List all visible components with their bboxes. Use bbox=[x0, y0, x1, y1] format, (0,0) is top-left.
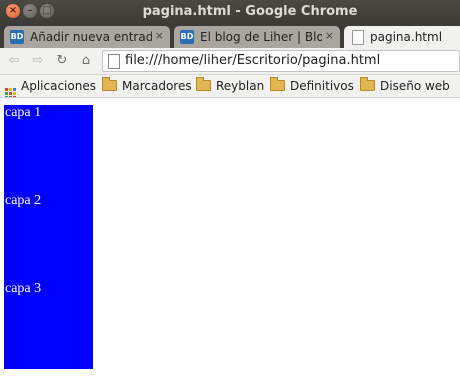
window-titlebar: × – □ pagina.html - Google Chrome bbox=[0, 0, 460, 24]
tab-strip: BD Añadir nueva entrada × BD El blog de … bbox=[0, 24, 460, 48]
reload-icon[interactable]: ↻ bbox=[54, 53, 70, 69]
layer-label: capa 1 bbox=[5, 105, 42, 120]
bookmark-label: Definitivos bbox=[290, 79, 354, 93]
page-content: capa 1 capa 2 capa 3 bbox=[0, 98, 460, 382]
tab-label: pagina.html bbox=[370, 30, 443, 44]
bookmark-diseno-web[interactable]: Diseño web bbox=[360, 77, 450, 94]
bookmark-definitivos[interactable]: Definitivos bbox=[270, 77, 354, 94]
tab-label: El blog de Liher | Blog bbox=[200, 30, 322, 44]
layer-1: capa 1 bbox=[4, 105, 93, 193]
tab-close-icon[interactable]: × bbox=[325, 29, 334, 42]
home-icon[interactable]: ⌂ bbox=[78, 53, 94, 69]
window-title: pagina.html - Google Chrome bbox=[142, 4, 358, 19]
forward-arrow-icon[interactable]: ⇨ bbox=[30, 53, 46, 69]
folder-icon bbox=[270, 77, 285, 91]
bookmark-reyblan[interactable]: Reyblan bbox=[196, 77, 265, 94]
back-arrow-icon[interactable]: ⇦ bbox=[6, 53, 22, 69]
address-bar[interactable] bbox=[102, 50, 460, 72]
folder-icon bbox=[196, 77, 211, 91]
layer-label: capa 2 bbox=[5, 193, 42, 208]
folder-icon bbox=[360, 77, 375, 91]
folder-icon bbox=[102, 77, 117, 91]
browser-toolbar: ⇦ ⇨ ↻ ⌂ bbox=[0, 48, 460, 75]
page-icon bbox=[352, 30, 364, 45]
page-icon bbox=[108, 54, 120, 69]
blog-favicon-icon: BD bbox=[10, 30, 24, 44]
layer-label: capa 3 bbox=[5, 281, 42, 296]
bookmark-label: Reyblan bbox=[216, 79, 265, 93]
url-input[interactable] bbox=[125, 52, 455, 69]
tab-anadir-entrada[interactable]: BD Añadir nueva entrada × bbox=[4, 26, 170, 48]
tab-pagina[interactable]: pagina.html bbox=[344, 26, 460, 48]
tab-label: Añadir nueva entrada bbox=[30, 30, 152, 44]
apps-icon bbox=[5, 88, 16, 97]
layer-2: capa 2 bbox=[4, 193, 93, 281]
bookmark-label: Diseño web bbox=[380, 79, 450, 93]
layer-3: capa 3 bbox=[4, 281, 93, 369]
tab-blog-liher[interactable]: BD El blog de Liher | Blog × bbox=[174, 26, 340, 48]
bookmarks-bar: Aplicaciones Marcadores Reyblan Definiti… bbox=[0, 75, 460, 98]
blog-favicon-icon: BD bbox=[180, 30, 194, 44]
bookmark-label: Marcadores bbox=[122, 79, 192, 93]
bookmark-label: Aplicaciones bbox=[21, 79, 96, 93]
bookmark-marcadores[interactable]: Marcadores bbox=[102, 77, 192, 94]
bookmark-aplicaciones[interactable]: Aplicaciones bbox=[5, 78, 96, 97]
tab-close-icon[interactable]: × bbox=[155, 29, 164, 42]
